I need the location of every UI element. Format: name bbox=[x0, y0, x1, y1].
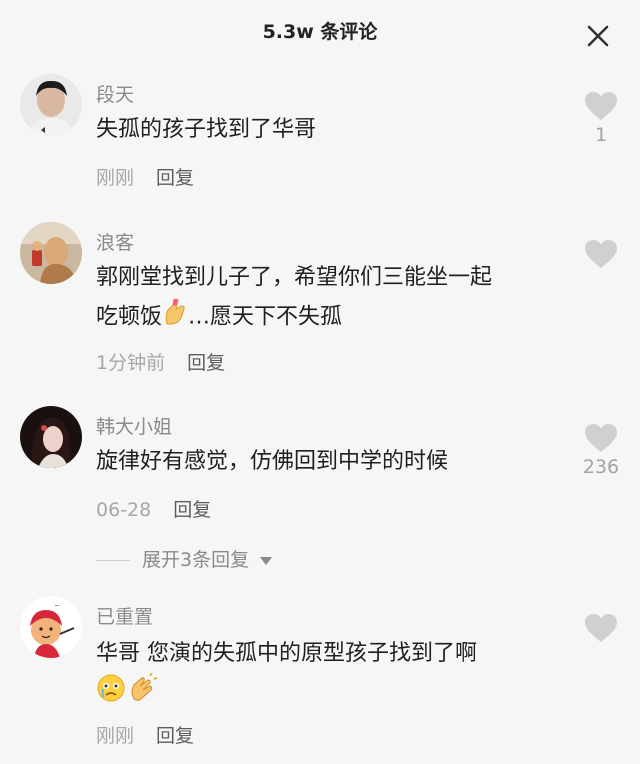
comment-text-part: …愿天下不失孤 bbox=[188, 304, 343, 330]
avatar[interactable] bbox=[20, 74, 82, 136]
avatar[interactable] bbox=[20, 406, 82, 468]
comment-username[interactable]: 已重置 bbox=[96, 602, 153, 629]
like-count: 1 bbox=[594, 124, 608, 146]
like-button[interactable] bbox=[582, 613, 620, 643]
avatar[interactable]: ~ bbox=[20, 596, 82, 658]
comments-header: 5.3w 条评论 bbox=[0, 0, 640, 62]
svg-text:~: ~ bbox=[54, 602, 60, 610]
close-icon bbox=[587, 25, 609, 47]
expand-replies-label: 展开3条回复 bbox=[142, 549, 250, 571]
comment-time: 1分钟前 bbox=[96, 352, 166, 374]
comment-count-title: 5.3w 条评论 bbox=[262, 21, 378, 43]
comment-text: 失孤的孩子找到了华哥 bbox=[96, 117, 317, 142]
comment-meta: 06-28 回复 bbox=[96, 495, 211, 522]
comment-time: 刚刚 bbox=[96, 167, 135, 189]
comment-meta: 刚刚 回复 bbox=[96, 721, 194, 748]
finger-heart-emoji bbox=[162, 297, 188, 338]
reply-button[interactable]: 回复 bbox=[187, 352, 225, 374]
caret-down-icon bbox=[260, 556, 273, 565]
heart-icon bbox=[585, 92, 617, 120]
comment-text-line-2: 吃顿饭 …愿天下不失孤 bbox=[96, 297, 576, 338]
like-count: 236 bbox=[582, 456, 620, 478]
comment-text-line-1: 华哥 您演的失孤中的原型孩子找到了啊 bbox=[96, 641, 477, 666]
comment-username[interactable]: 韩大小姐 bbox=[96, 412, 172, 439]
reply-button[interactable]: 回复 bbox=[156, 167, 194, 189]
like-button[interactable] bbox=[582, 239, 620, 269]
comment-emojis bbox=[96, 672, 576, 711]
clapping-hands-emoji bbox=[128, 672, 158, 716]
comment-text-part: 吃顿饭 bbox=[96, 304, 163, 330]
comment-time: 06-28 bbox=[96, 499, 152, 521]
comment-meta: 刚刚 回复 bbox=[96, 163, 194, 190]
expand-replies-button[interactable]: 展开3条回复 bbox=[96, 545, 273, 571]
comment-text-line-1: 郭刚堂找到儿子了，希望你们三能坐一起 bbox=[96, 265, 493, 290]
comment-meta: 1分钟前 回复 bbox=[96, 348, 225, 375]
like-button[interactable]: 236 bbox=[582, 423, 620, 478]
comment-text: 郭刚堂找到儿子了，希望你们三能坐一起 吃顿饭 …愿天下不失孤 bbox=[96, 259, 576, 338]
comment-time: 刚刚 bbox=[96, 725, 135, 747]
comment-text: 旋律好有感觉，仿佛回到中学的时候 bbox=[96, 449, 449, 474]
divider bbox=[96, 560, 130, 561]
reply-button[interactable]: 回复 bbox=[156, 725, 194, 747]
comment-username[interactable]: 浪客 bbox=[96, 228, 134, 255]
crying-face-emoji bbox=[96, 673, 126, 716]
heart-icon bbox=[585, 240, 617, 268]
heart-icon bbox=[585, 614, 617, 642]
reply-button[interactable]: 回复 bbox=[173, 499, 211, 521]
like-button[interactable]: 1 bbox=[582, 91, 620, 146]
comment-username[interactable]: 段天 bbox=[96, 80, 134, 107]
close-button[interactable] bbox=[584, 22, 612, 50]
avatar[interactable] bbox=[20, 222, 82, 284]
heart-icon bbox=[585, 424, 617, 452]
comment-text: 华哥 您演的失孤中的原型孩子找到了啊 bbox=[96, 635, 576, 711]
